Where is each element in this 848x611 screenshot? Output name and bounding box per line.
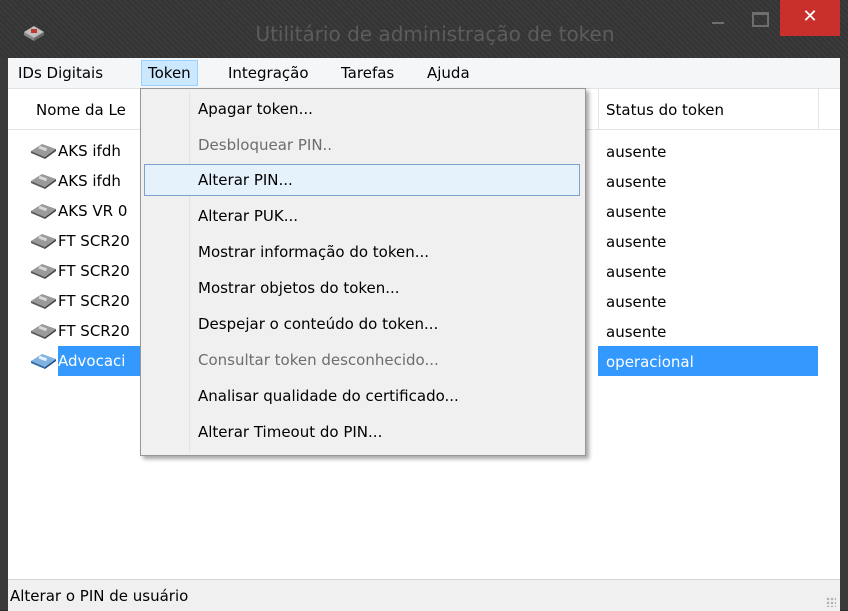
reader-name: FT SCR20 [58, 262, 130, 280]
card-reader-active-icon [31, 354, 56, 369]
menu-item-alterar-pin[interactable]: Alterar PIN... [144, 164, 580, 196]
reader-name: Advocaci [58, 352, 126, 370]
column-header-reader-name[interactable]: Nome da Le [36, 101, 126, 119]
status-bar: Alterar o PIN de usuário [8, 579, 840, 611]
menu-item-label: Mostrar informação do token... [198, 243, 430, 261]
card-reader-icon [31, 264, 56, 279]
column-header-token-status[interactable]: Status do token [606, 101, 724, 119]
token-status: ausente [606, 263, 667, 281]
minimize-button[interactable] [698, 0, 740, 34]
maximize-icon [752, 12, 769, 27]
menu-tarefas[interactable]: Tarefas [335, 60, 400, 86]
menu-item-label: Despejar o conteúdo do token... [198, 315, 439, 333]
card-reader-icon [31, 234, 56, 249]
reader-name: FT SCR20 [58, 292, 130, 310]
token-status: ausente [606, 323, 667, 341]
menu-integracao[interactable]: Integração [222, 60, 315, 86]
menu-item-label: Analisar qualidade do certificado... [198, 387, 459, 405]
menu-item-analisar-qualidade[interactable]: Analisar qualidade do certificado... [144, 380, 580, 412]
reader-name: FT SCR20 [58, 232, 130, 250]
menu-item-label: Apagar token... [198, 100, 313, 118]
menu-item-alterar-timeout[interactable]: Alterar Timeout do PIN... [144, 416, 580, 448]
menu-item-label: Alterar PUK... [198, 207, 298, 225]
token-status: ausente [606, 293, 667, 311]
card-reader-icon [31, 294, 56, 309]
menu-bar: IDs Digitais Token Integração Tarefas Aj… [8, 58, 840, 89]
menu-item-apagar-token[interactable]: Apagar token... [144, 93, 580, 125]
status-text: Alterar o PIN de usuário [10, 587, 189, 605]
column-divider[interactable] [818, 89, 819, 129]
card-reader-icon [31, 174, 56, 189]
token-status: ausente [606, 233, 667, 251]
close-icon: ✕ [802, 6, 818, 27]
menu-item-mostrar-informacao[interactable]: Mostrar informação do token... [144, 236, 580, 268]
card-reader-icon [31, 324, 56, 339]
reader-name: AKS ifdh [58, 142, 121, 160]
reader-name: AKS VR 0 [58, 202, 128, 220]
menu-item-label: Mostrar objetos do token... [198, 279, 400, 297]
menu-item-label: Alterar Timeout do PIN... [198, 423, 383, 441]
menu-item-label: Consultar token desconhecido... [198, 351, 439, 369]
token-status: ausente [606, 173, 667, 191]
card-reader-icon [31, 204, 56, 219]
window-title: Utilitário de administração de token [255, 22, 615, 46]
title-bar[interactable]: Utilitário de administração de token ✕ [0, 0, 848, 58]
minimize-icon [712, 22, 724, 24]
menu-item-alterar-puk[interactable]: Alterar PUK... [144, 200, 580, 232]
menu-item-label: Desbloquear PIN.. [198, 136, 333, 154]
reader-name: FT SCR20 [58, 322, 130, 340]
card-reader-icon [31, 144, 56, 159]
menu-item-label: Alterar PIN... [198, 171, 293, 189]
menu-ajuda[interactable]: Ajuda [421, 60, 476, 86]
token-status: ausente [606, 203, 667, 221]
menu-item-despejar-conteudo[interactable]: Despejar o conteúdo do token... [144, 308, 580, 340]
token-menu-dropdown: Apagar token... Desbloquear PIN.. Altera… [140, 88, 586, 456]
maximize-button[interactable] [740, 0, 778, 34]
column-divider[interactable] [598, 89, 599, 129]
token-status: operacional [606, 353, 694, 371]
menu-item-mostrar-objetos[interactable]: Mostrar objetos do token... [144, 272, 580, 304]
menu-token[interactable]: Token [141, 60, 198, 86]
token-status: ausente [606, 143, 667, 161]
app-icon[interactable] [22, 22, 46, 42]
menu-item-consultar-token: Consultar token desconhecido... [144, 344, 580, 376]
app-window: Utilitário de administração de token ✕ I… [0, 0, 848, 611]
close-button[interactable]: ✕ [780, 0, 840, 36]
resize-grip-icon[interactable] [826, 597, 836, 607]
menu-item-desbloquear-pin: Desbloquear PIN.. [144, 129, 580, 161]
menu-ids-digitais[interactable]: IDs Digitais [12, 60, 109, 86]
reader-name: AKS ifdh [58, 172, 121, 190]
